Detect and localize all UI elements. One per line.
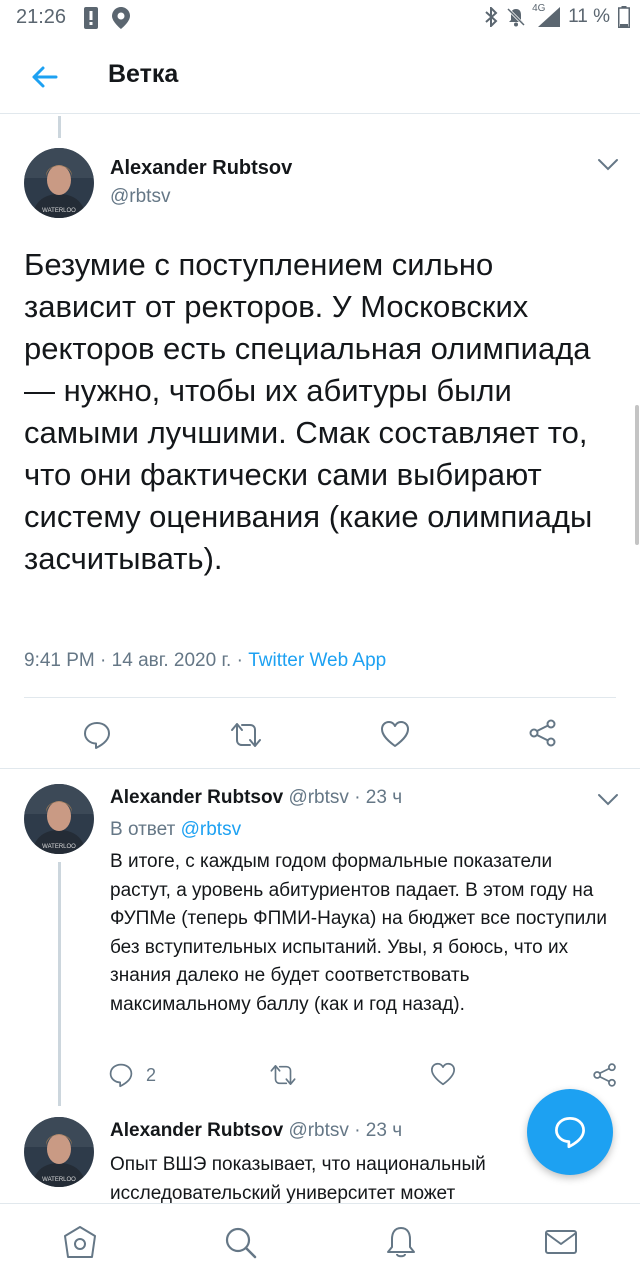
author-name[interactable]: Alexander Rubtsov (110, 1120, 283, 1141)
tweet-source-link[interactable]: Twitter Web App (248, 650, 386, 671)
share-button[interactable] (592, 1062, 618, 1088)
page-title: Ветка (108, 60, 179, 88)
reply-to-link[interactable]: @rbtsv (181, 819, 241, 840)
reply-count: 2 (146, 1064, 157, 1085)
reply-icon (109, 1063, 133, 1088)
reply-button[interactable] (82, 720, 112, 750)
thread-line (58, 862, 61, 1106)
separator: · (354, 787, 361, 808)
heart-icon (431, 1062, 455, 1086)
author-name[interactable]: Alexander Rubtsov (110, 157, 292, 180)
avatar[interactable]: WATERLOO (24, 784, 94, 854)
retweet-button[interactable] (268, 1062, 298, 1088)
svg-text:WATERLOO: WATERLOO (42, 208, 76, 214)
share-icon (529, 719, 556, 747)
tweet-date: 14 авг. 2020 г. (111, 650, 232, 671)
separator: · (100, 650, 107, 671)
svg-text:WATERLOO: WATERLOO (42, 844, 76, 850)
tweet-time-ago: 23 ч (365, 787, 403, 808)
reply-icon (555, 1117, 585, 1149)
tweet-meta: 9:41 PM · 14 авг. 2020 г. · Twitter Web … (24, 650, 386, 672)
mute-icon (506, 7, 526, 27)
scrollbar[interactable] (635, 405, 639, 545)
bottom-nav (0, 1203, 640, 1280)
chevron-down-icon[interactable] (597, 793, 619, 807)
reply-icon (84, 722, 110, 749)
network-type-label: 4G (532, 3, 546, 14)
tweet-text: Опыт ВШЭ показывает, что национальный ис… (110, 1154, 486, 1203)
reply-to-label: В ответ (110, 819, 176, 840)
messages-icon[interactable] (543, 1224, 579, 1260)
author-handle[interactable]: @rbtsv (110, 186, 170, 208)
heart-icon (381, 721, 409, 747)
tweet-text: В итоге, с каждым годом формальные показ… (110, 851, 607, 1015)
share-button[interactable] (528, 718, 558, 748)
like-button[interactable] (430, 1062, 456, 1086)
tweet-time-ago: 23 ч (365, 1120, 403, 1141)
author-handle[interactable]: @rbtsv (288, 1120, 348, 1141)
status-bar: 21:26 4G 11 % (0, 0, 640, 38)
notifications-icon[interactable] (383, 1224, 419, 1260)
battery-icon (618, 6, 630, 28)
tweet-time: 9:41 PM (24, 650, 95, 671)
avatar[interactable]: WATERLOO (24, 148, 94, 218)
author-handle[interactable]: @rbtsv (288, 787, 348, 808)
reply-header: Alexander Rubtsov @rbtsv · 23 ч (110, 1120, 402, 1142)
search-icon[interactable] (222, 1224, 258, 1260)
retweet-icon (270, 1065, 296, 1085)
header: Ветка (0, 38, 640, 114)
share-icon (593, 1063, 616, 1087)
retweet-button[interactable] (228, 720, 264, 750)
battery-percent: 11 % (568, 6, 610, 27)
separator: · (354, 1120, 361, 1141)
location-icon (112, 7, 130, 29)
tweet-text: Безумие с поступлением сильно зависит от… (24, 247, 593, 576)
alert-icon (84, 7, 98, 29)
like-button[interactable] (380, 720, 410, 748)
back-button[interactable] (28, 60, 62, 94)
signal-icon: 4G (532, 3, 561, 27)
separator: · (236, 650, 243, 671)
avatar[interactable]: WATERLOO (24, 1117, 94, 1187)
author-name[interactable]: Alexander Rubtsov (110, 787, 283, 808)
svg-text:WATERLOO: WATERLOO (42, 1177, 76, 1183)
reply-to: В ответ @rbtsv (110, 819, 241, 841)
retweet-icon (231, 723, 261, 747)
home-icon[interactable] (62, 1224, 98, 1260)
reply-button[interactable]: 2 (108, 1062, 156, 1088)
arrow-left-icon (32, 66, 58, 88)
chevron-down-icon[interactable] (597, 158, 619, 172)
divider (0, 768, 640, 769)
reply-header: Alexander Rubtsov @rbtsv · 23 ч (110, 787, 402, 809)
divider (24, 697, 616, 698)
status-time: 21:26 (16, 6, 67, 28)
compose-reply-button[interactable] (527, 1089, 613, 1175)
bluetooth-icon (484, 7, 498, 27)
thread-line (58, 116, 61, 138)
